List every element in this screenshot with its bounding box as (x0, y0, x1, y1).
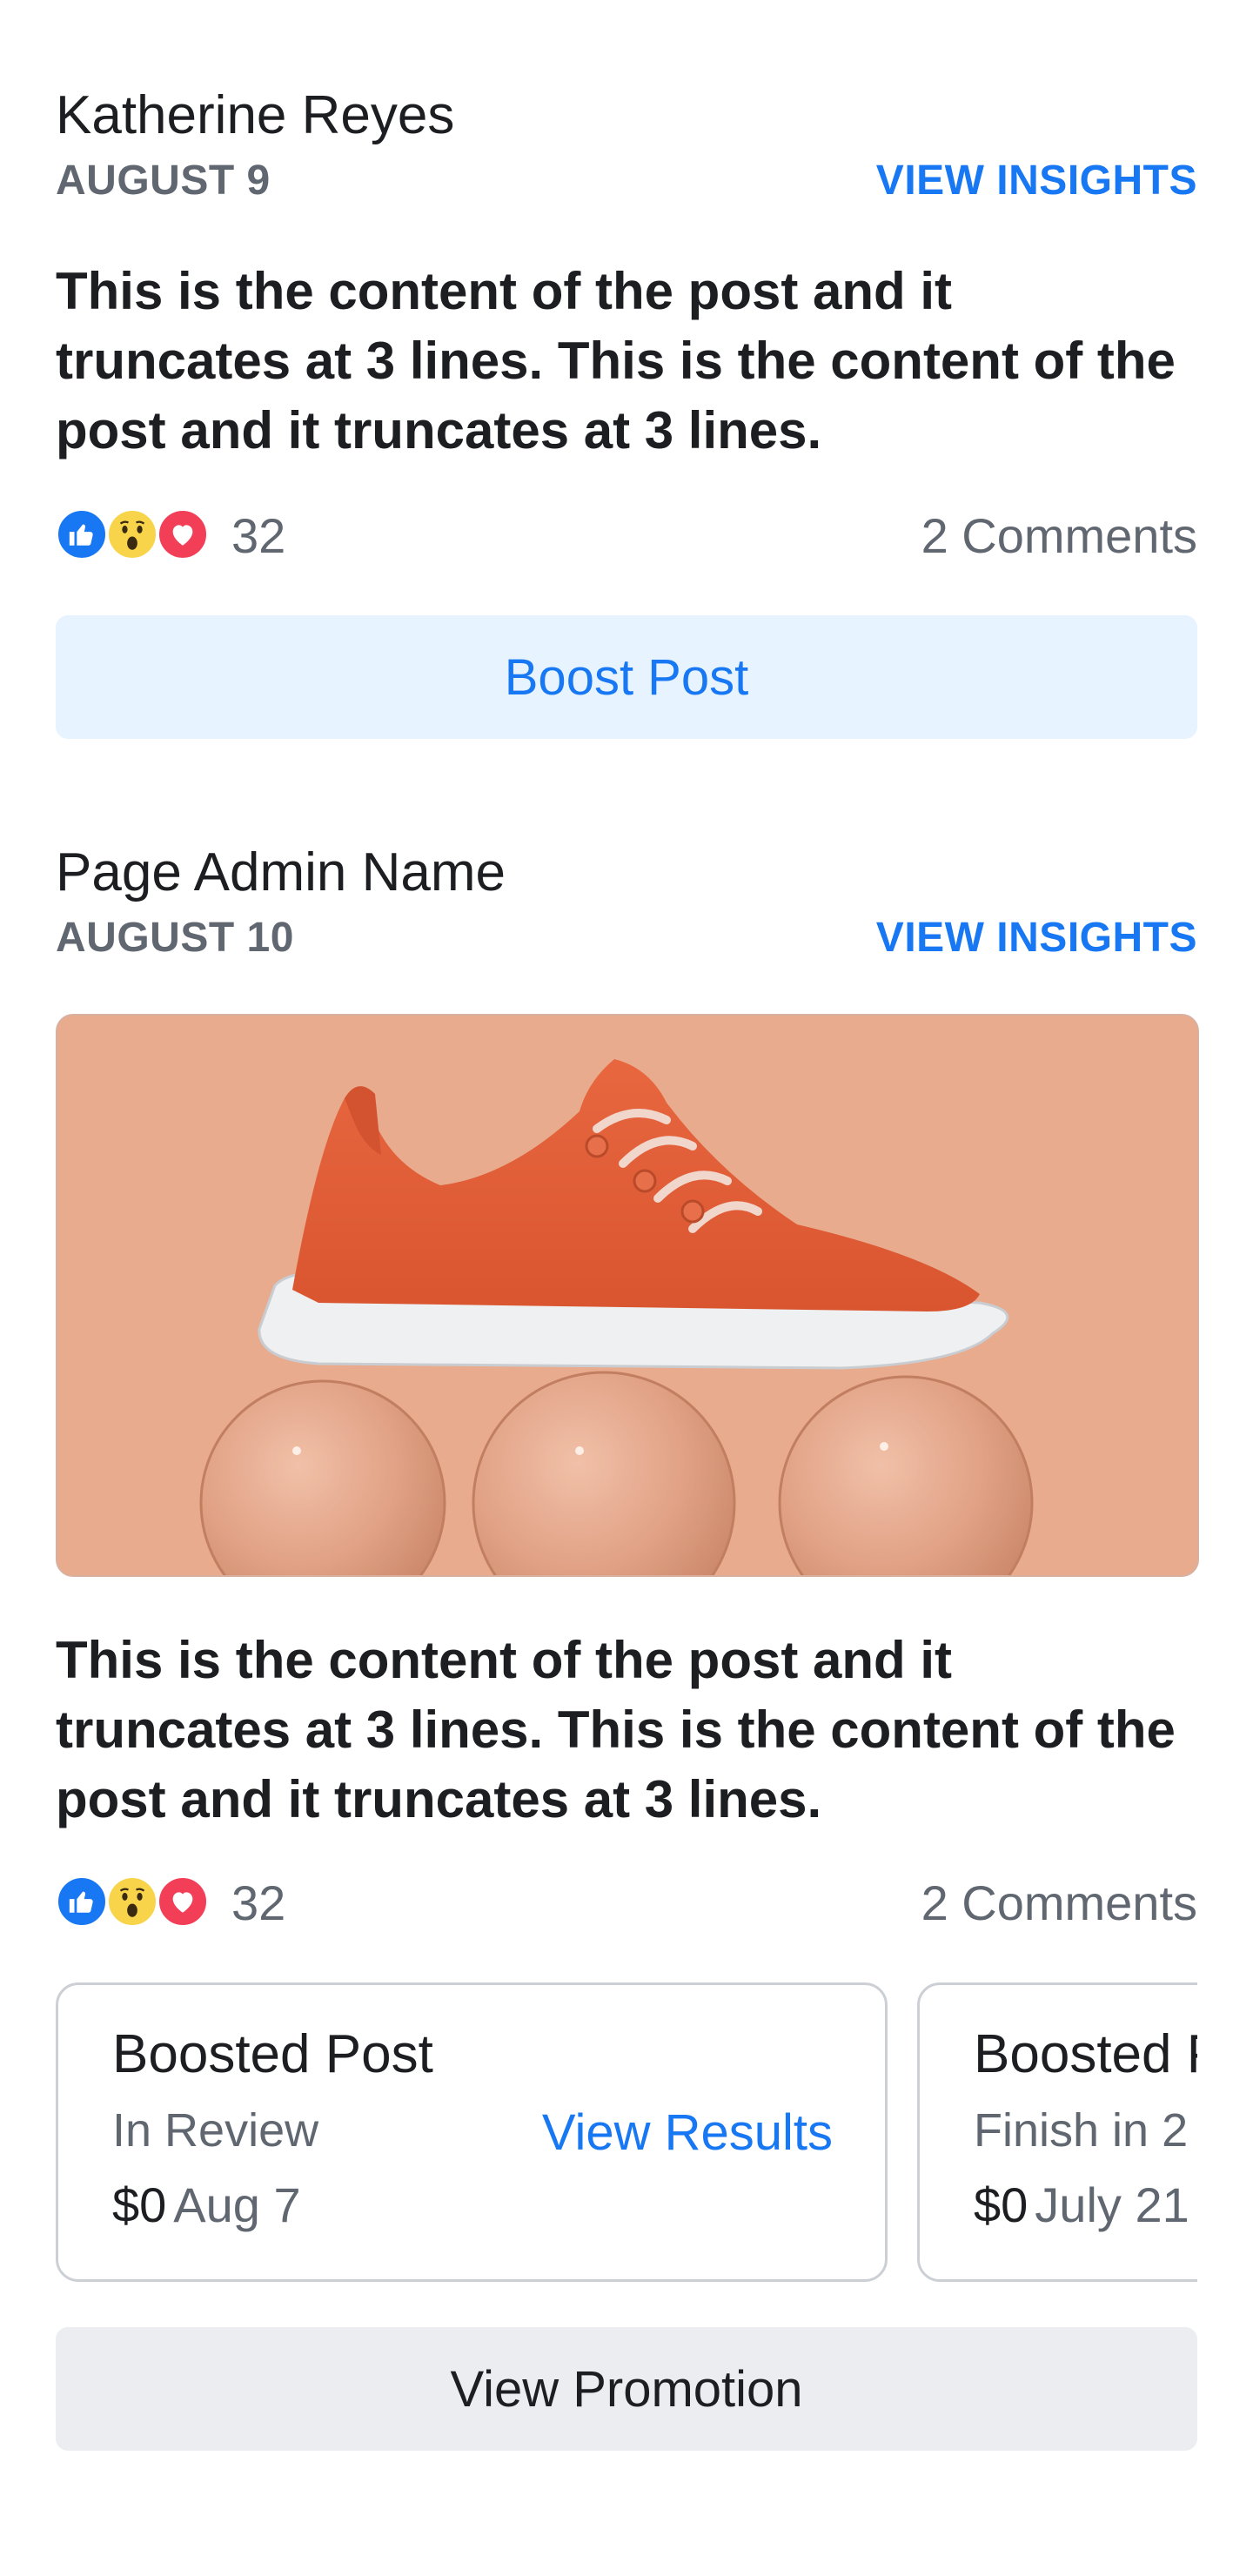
promotion-spend: $0 July 21 (974, 2177, 1189, 2233)
comments-count[interactable]: 2 Comments (921, 507, 1197, 564)
glass-sphere (199, 1371, 1034, 1575)
reaction-icons (56, 1872, 212, 1933)
reactions-summary[interactable]: 32 (56, 505, 285, 566)
post-meta: AUGUST 10 VIEW INSIGHTS (56, 913, 1197, 962)
promotion-card[interactable]: Boosted Post Finish in 2 days $0July 21 (917, 1982, 1197, 2282)
post-card: Page Admin Name AUGUST 10 VIEW INSIGHTS (56, 840, 1199, 2451)
promotion-amount: $0 (112, 2177, 167, 2232)
post-author[interactable]: Katherine Reyes (56, 83, 1197, 149)
boost-post-button[interactable]: Boost Post (56, 615, 1197, 739)
promotion-amount: $0 (974, 2177, 1029, 2232)
view-insights-link[interactable]: VIEW INSIGHTS (876, 157, 1197, 205)
promotion-card[interactable]: Boosted Post In Review $0 Aug 7 View Resu… (56, 1982, 888, 2282)
post-date: AUGUST 9 (56, 157, 271, 204)
promotion-status: In Review (112, 2104, 319, 2157)
reaction-icons (56, 505, 212, 566)
post-meta: AUGUST 9 VIEW INSIGHTS (56, 156, 1197, 205)
love-icon (157, 508, 209, 560)
post-image[interactable] (56, 1014, 1199, 1577)
love-icon (157, 1875, 209, 1928)
promotion-spend: $0 Aug 7 (112, 2177, 301, 2233)
like-icon (56, 1875, 108, 1928)
view-results-link[interactable]: View Results (542, 2103, 833, 2162)
reaction-count: 32 (231, 507, 286, 563)
post-date: AUGUST 10 (56, 914, 294, 961)
post-card: Katherine Reyes AUGUST 9 VIEW INSIGHTS T… (56, 83, 1197, 739)
reactions-row: 32 2 Comments (56, 500, 1197, 570)
reactions-summary[interactable]: 32 (56, 1872, 285, 1933)
promotion-date: Aug 7 (173, 2177, 301, 2232)
promotions-carousel[interactable]: Boosted Post In Review $0 Aug 7 View Resu… (56, 1982, 1197, 2285)
page: Katherine Reyes AUGUST 9 VIEW INSIGHTS T… (0, 0, 1253, 2576)
view-insights-link[interactable]: VIEW INSIGHTS (876, 914, 1197, 962)
sneaker-image (57, 1016, 1197, 1575)
post-content[interactable]: This is the content of the post and it t… (56, 257, 1197, 466)
reaction-count: 32 (231, 1875, 286, 1930)
reactions-row: 32 2 Comments (56, 1868, 1197, 1937)
post-content[interactable]: This is the content of the post and it t… (56, 1626, 1197, 1835)
comments-count[interactable]: 2 Comments (921, 1875, 1197, 1931)
promotion-status: Finish in 2 days (974, 2104, 1197, 2157)
wow-icon (106, 508, 158, 560)
wow-icon (106, 1875, 158, 1928)
promotion-title: Boosted Post (974, 2024, 1197, 2084)
like-icon (56, 508, 108, 560)
promotion-title: Boosted Post (112, 2024, 433, 2084)
promotion-date: July 21 (1035, 2177, 1189, 2232)
post-author[interactable]: Page Admin Name (56, 840, 1197, 906)
view-promotion-button[interactable]: View Promotion (56, 2327, 1197, 2451)
